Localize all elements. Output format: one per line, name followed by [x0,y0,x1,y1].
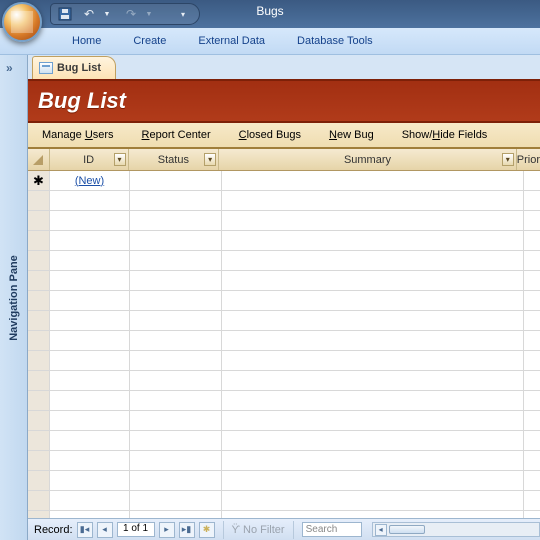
select-all-icon [33,155,43,165]
empty-row [28,371,540,391]
document-tabs: Bug List [28,55,540,79]
quick-access-toolbar: ↶ ▼ ↷ ▼ ▾ [50,3,200,25]
empty-row [28,231,540,251]
navigation-pane-collapsed[interactable]: » Navigation Pane [0,55,28,540]
empty-row [28,271,540,291]
doc-tab-label: Bug List [57,62,101,74]
ribbon: Home Create External Data Database Tools [0,28,540,55]
record-position-input[interactable]: 1 of 1 [117,522,155,537]
scroll-thumb[interactable] [389,525,425,534]
window-title: Bugs [256,4,283,18]
report-center-link[interactable]: Report Center [142,129,211,141]
empty-row [28,291,540,311]
record-navigation-bar: Record: ▮◂ ◂ 1 of 1 ▸ ▸▮ ✱ ϔ No Filter S… [28,518,540,540]
redo-icon[interactable]: ↷ [123,6,139,22]
col-header-priority[interactable]: Prior [517,149,540,170]
empty-row [28,191,540,211]
cell-status-new[interactable] [130,171,222,190]
col-header-summary[interactable]: Summary ▾ [219,149,517,170]
redo-dropdown-icon[interactable]: ▼ [141,6,157,22]
next-record-button[interactable]: ▸ [159,522,175,538]
empty-row [28,431,540,451]
dropdown-icon[interactable]: ▾ [204,153,216,166]
show-hide-fields-link[interactable]: Show/Hide Fields [402,129,488,141]
filter-icon: ϔ [232,524,241,536]
cell-summary-new[interactable] [222,171,524,190]
title-bar: ↶ ▼ ↷ ▼ ▾ Bugs [0,0,540,28]
form-icon [39,62,53,74]
new-record-link[interactable]: (New) [75,175,104,187]
first-record-button[interactable]: ▮◂ [77,522,93,538]
empty-row [28,351,540,371]
navpane-expand-icon[interactable]: » [6,61,13,75]
record-label: Record: [34,524,73,536]
save-icon[interactable] [57,6,73,22]
ribbon-tab-create[interactable]: Create [117,30,182,52]
col-header-id[interactable]: ID ▾ [50,149,129,170]
prev-record-button[interactable]: ◂ [97,522,113,538]
navigation-pane-label: Navigation Pane [8,255,20,341]
dropdown-icon[interactable]: ▾ [502,153,514,166]
col-header-status[interactable]: Status ▾ [129,149,220,170]
qat-customize-icon[interactable]: ▾ [175,6,191,22]
table-row-new[interactable]: ✱ (New) [28,171,540,191]
office-button[interactable] [2,2,42,42]
empty-row [28,211,540,231]
empty-row [28,311,540,331]
new-bug-link[interactable]: New Bug [329,129,374,141]
row-selector[interactable]: ✱ [28,171,50,190]
new-record-icon: ✱ [33,173,44,189]
grid-body: ✱ (New) [28,171,540,540]
scroll-left-icon[interactable]: ◂ [375,524,387,536]
form-title: Bug List [38,88,126,114]
empty-row [28,411,540,431]
manage-users-link[interactable]: Manage Users [42,129,114,141]
empty-row [28,391,540,411]
no-filter-indicator[interactable]: ϔ No Filter [232,524,285,536]
dropdown-icon[interactable]: ▾ [114,153,126,166]
cell-priority-new[interactable] [524,171,540,190]
search-input[interactable]: Search [302,522,362,537]
last-record-button[interactable]: ▸▮ [179,522,195,538]
empty-row [28,471,540,491]
ribbon-tab-external-data[interactable]: External Data [182,30,281,52]
content-area: Bug List Bug List Manage Users Report Ce… [28,55,540,540]
ribbon-tab-home[interactable]: Home [56,30,117,52]
cell-id-new[interactable]: (New) [50,171,130,190]
form-header: Bug List [28,79,540,123]
row-selector-header[interactable] [28,149,50,170]
undo-dropdown-icon[interactable]: ▼ [99,6,115,22]
undo-icon[interactable]: ↶ [81,6,97,22]
form-toolbar: Manage Users Report Center Closed Bugs N… [28,123,540,149]
new-record-button[interactable]: ✱ [199,522,215,538]
empty-row [28,251,540,271]
grid-header-row: ID ▾ Status ▾ Summary ▾ Prior [28,149,540,171]
empty-row [28,331,540,351]
doc-tab-bug-list[interactable]: Bug List [32,56,116,79]
horizontal-scrollbar[interactable]: ◂ [372,522,540,537]
empty-row [28,491,540,511]
empty-row [28,451,540,471]
office-logo-icon [11,11,33,33]
ribbon-tab-database-tools[interactable]: Database Tools [281,30,389,52]
closed-bugs-link[interactable]: Closed Bugs [239,129,301,141]
